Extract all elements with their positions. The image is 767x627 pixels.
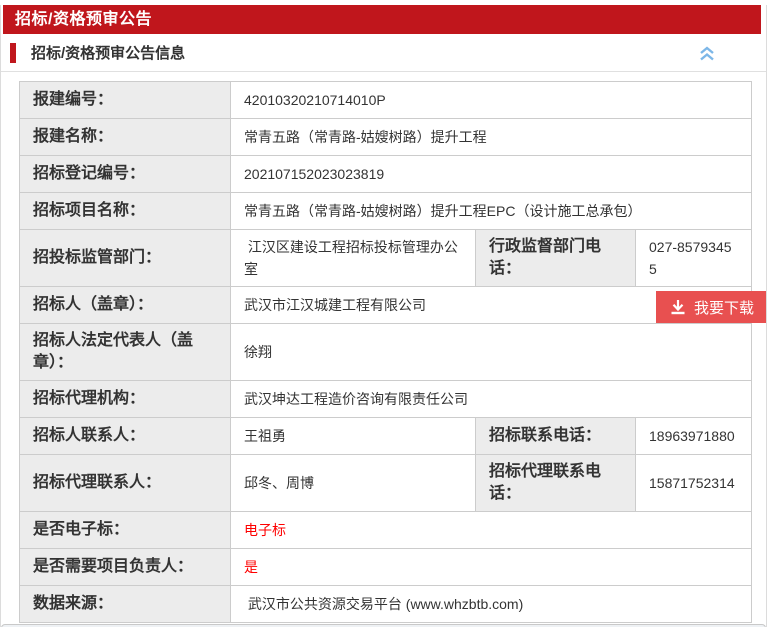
announcement-table: 报建编号：42010320210714010P报建名称：常青五路（常青路-姑嫂树… [19,81,752,623]
table-row: 招标登记编号：202107152023023819 [20,156,752,193]
field-value: 15871752314 [636,455,752,512]
section-header: 招标/资格预审公告信息 [1,34,766,72]
field-value: 邱冬、周博 [231,455,476,512]
field-label: 行政监督部门电话： [476,230,636,287]
field-value: 42010320210714010P [231,82,752,119]
field-value: 王祖勇 [231,418,476,455]
field-label: 招投标监管部门： [20,230,231,287]
field-label: 数据来源： [20,586,231,623]
field-value: 电子标 [231,512,752,549]
download-icon [670,299,686,315]
table-row: 招标项目名称：常青五路（常青路-姑嫂树路）提升工程EPC（设计施工总承包） [20,193,752,230]
page-title-bar: 招标/资格预审公告 [3,5,761,34]
field-label: 招标项目名称： [20,193,231,230]
field-value: 027-85793455 [636,230,752,287]
table-row: 报建编号：42010320210714010P [20,82,752,119]
table-row: 是否需要项目负责人：是 [20,549,752,586]
table-row: 招标人（盖章）：武汉市江汉城建工程有限公司 [20,287,752,324]
table-row: 招标人联系人：王祖勇招标联系电话：18963971880 [20,418,752,455]
field-value: 徐翔 [231,324,752,381]
table-row: 招标代理机构：武汉坤达工程造价咨询有限责任公司 [20,381,752,418]
field-label: 招标人法定代表人（盖章）： [20,324,231,381]
table-row: 招标代理联系人：邱冬、周博招标代理联系电话：15871752314 [20,455,752,512]
field-value: 常青五路（常青路-姑嫂树路）提升工程EPC（设计施工总承包） [231,193,752,230]
field-value: 常青五路（常青路-姑嫂树路）提升工程 [231,119,752,156]
field-label: 招标代理联系电话： [476,455,636,512]
field-value: 江汉区建设工程招标投标管理办公室 [231,230,476,287]
chevron-double-up-icon[interactable] [698,45,716,62]
table-row: 招投标监管部门： 江汉区建设工程招标投标管理办公室行政监督部门电话：027-85… [20,230,752,287]
field-label: 招标联系电话： [476,418,636,455]
field-label: 是否电子标： [20,512,231,549]
field-label: 报建名称： [20,119,231,156]
field-label: 招标代理联系人： [20,455,231,512]
field-value: 武汉市公共资源交易平台 (www.whzbtb.com) [231,586,752,623]
field-label: 招标登记编号： [20,156,231,193]
field-label: 招标人联系人： [20,418,231,455]
field-value: 武汉坤达工程造价咨询有限责任公司 [231,381,752,418]
field-value: 202107152023023819 [231,156,752,193]
download-button-label: 我要下载 [694,297,754,318]
field-value: 是 [231,549,752,586]
field-label: 招标代理机构： [20,381,231,418]
announcement-page: 招标/资格预审公告 招标/资格预审公告信息 报建编号：4201032021071… [0,5,767,627]
announcement-table-body: 报建编号：42010320210714010P报建名称：常青五路（常青路-姑嫂树… [20,82,752,623]
table-row: 是否电子标：电子标 [20,512,752,549]
field-value: 18963971880 [636,418,752,455]
download-button[interactable]: 我要下载 [656,291,766,323]
table-row: 数据来源： 武汉市公共资源交易平台 (www.whzbtb.com) [20,586,752,623]
accent-bar [10,43,16,63]
field-label: 是否需要项目负责人： [20,549,231,586]
table-row: 招标人法定代表人（盖章）：徐翔 [20,324,752,381]
field-label: 招标人（盖章）： [20,287,231,324]
section-title: 招标/资格预审公告信息 [31,42,185,63]
page-title: 招标/资格预审公告 [15,11,152,28]
field-label: 报建编号： [20,82,231,119]
table-row: 报建名称：常青五路（常青路-姑嫂树路）提升工程 [20,119,752,156]
